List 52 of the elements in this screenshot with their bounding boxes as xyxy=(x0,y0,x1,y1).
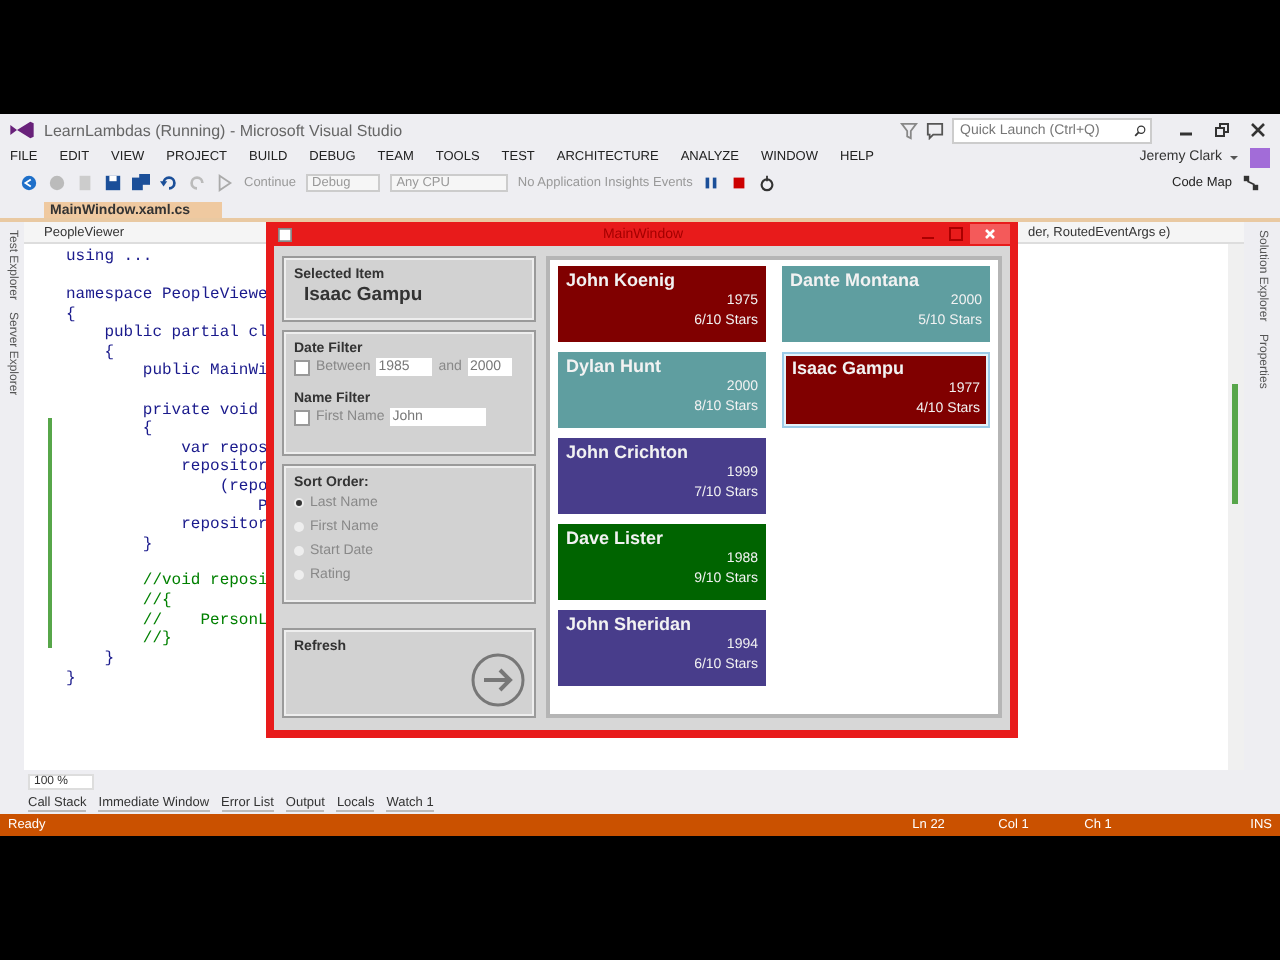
code-line: { xyxy=(66,303,76,324)
close-icon xyxy=(982,226,999,242)
save-all-icon[interactable] xyxy=(132,173,150,191)
code-line: } xyxy=(102,648,115,669)
pause-icon[interactable] xyxy=(702,173,721,191)
code-line: //void reposi xyxy=(140,572,268,591)
close-icon xyxy=(1250,122,1266,138)
code-line: namespace PeopleViewe xyxy=(66,283,268,304)
checkbox[interactable] xyxy=(294,359,310,375)
refresh-button[interactable] xyxy=(470,652,526,708)
code-line: var repos xyxy=(179,437,268,458)
radio-button[interactable] xyxy=(294,521,304,531)
code-line: private void xyxy=(140,399,259,420)
code-line: { xyxy=(140,418,153,439)
code-line: public MainWi xyxy=(140,360,268,381)
code-line: { xyxy=(102,341,115,362)
code-line: // PersonL xyxy=(140,611,268,630)
window-title: LearnLambdas (Running) - Microsoft Visual Studio xyxy=(44,121,403,139)
feedback-icon[interactable] xyxy=(926,121,944,139)
code-line: } xyxy=(140,533,153,554)
code-line: using ... xyxy=(66,245,153,266)
person-name: Dave Lister xyxy=(566,528,666,548)
restart-icon[interactable] xyxy=(758,173,777,191)
caret-icon[interactable] xyxy=(1228,151,1240,163)
radio-button[interactable] xyxy=(294,545,304,555)
code-line: } xyxy=(66,667,76,688)
code-line: (repo xyxy=(217,475,268,496)
person-name: John Crichton xyxy=(566,442,690,462)
code-line: //{ xyxy=(140,591,172,610)
person-name: John Sheridan xyxy=(566,614,694,634)
search-icon xyxy=(1134,121,1146,139)
code-line: repositor xyxy=(179,456,268,477)
person-name: Isaac Gampu xyxy=(792,358,907,378)
radio-button[interactable] xyxy=(294,497,304,507)
undo-icon[interactable] xyxy=(160,173,178,191)
person-name: John Koenig xyxy=(566,270,677,290)
radio-button[interactable] xyxy=(294,569,304,579)
code-line: public partial cl xyxy=(102,322,268,343)
maximize-icon xyxy=(948,226,965,242)
code-line: //} xyxy=(140,630,172,649)
window-icon xyxy=(278,227,292,241)
code-line: repositor xyxy=(179,514,268,535)
back-icon[interactable] xyxy=(20,173,38,191)
person-name: Dante Montana xyxy=(790,270,922,290)
person-name: Dylan Hunt xyxy=(566,356,664,376)
stop-icon[interactable] xyxy=(730,173,749,191)
save-icon[interactable] xyxy=(104,173,122,191)
diagram-icon[interactable] xyxy=(1242,173,1260,191)
checkbox[interactable] xyxy=(294,409,310,425)
selected-name: Isaac Gampu xyxy=(302,284,425,306)
filter-icon[interactable] xyxy=(900,121,918,139)
restore-icon xyxy=(1214,122,1230,138)
